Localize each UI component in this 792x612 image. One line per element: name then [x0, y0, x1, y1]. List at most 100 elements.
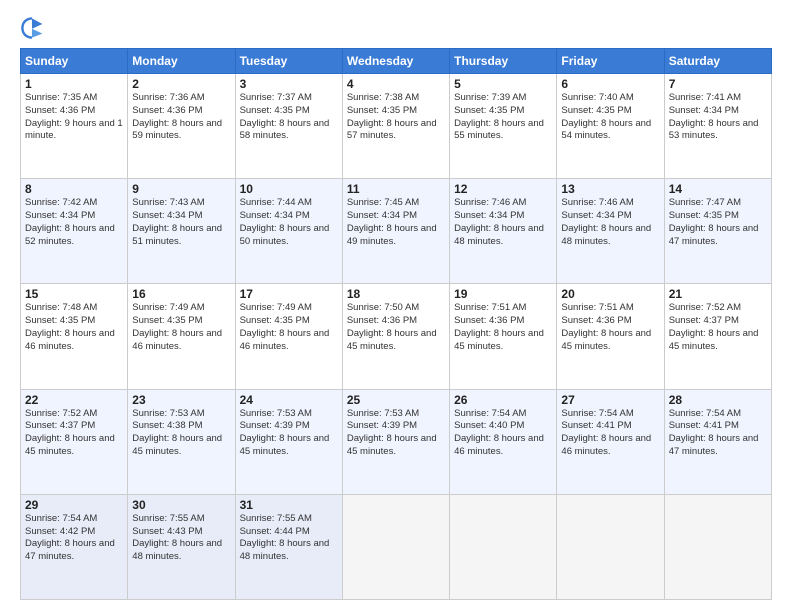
weekday-header-friday: Friday: [557, 49, 664, 74]
day-info: Sunrise: 7:53 AMSunset: 4:39 PMDaylight:…: [347, 408, 437, 457]
calendar-cell: 6 Sunrise: 7:40 AMSunset: 4:35 PMDayligh…: [557, 74, 664, 179]
day-info: Sunrise: 7:54 AMSunset: 4:41 PMDaylight:…: [561, 408, 651, 457]
day-number: 10: [240, 182, 338, 196]
day-info: Sunrise: 7:50 AMSunset: 4:36 PMDaylight:…: [347, 302, 437, 351]
day-number: 23: [132, 393, 230, 407]
calendar-cell: 3 Sunrise: 7:37 AMSunset: 4:35 PMDayligh…: [235, 74, 342, 179]
calendar-cell: [450, 494, 557, 599]
weekday-header-thursday: Thursday: [450, 49, 557, 74]
calendar-cell: 7 Sunrise: 7:41 AMSunset: 4:34 PMDayligh…: [664, 74, 771, 179]
calendar-week-1: 1 Sunrise: 7:35 AMSunset: 4:36 PMDayligh…: [21, 74, 772, 179]
day-number: 17: [240, 287, 338, 301]
calendar-cell: 2 Sunrise: 7:36 AMSunset: 4:36 PMDayligh…: [128, 74, 235, 179]
day-info: Sunrise: 7:54 AMSunset: 4:40 PMDaylight:…: [454, 408, 544, 457]
day-info: Sunrise: 7:52 AMSunset: 4:37 PMDaylight:…: [25, 408, 115, 457]
day-number: 7: [669, 77, 767, 91]
calendar-week-5: 29 Sunrise: 7:54 AMSunset: 4:42 PMDaylig…: [21, 494, 772, 599]
calendar-cell: 8 Sunrise: 7:42 AMSunset: 4:34 PMDayligh…: [21, 179, 128, 284]
day-number: 22: [25, 393, 123, 407]
calendar-cell: 4 Sunrise: 7:38 AMSunset: 4:35 PMDayligh…: [342, 74, 449, 179]
logo: [20, 16, 48, 40]
calendar-cell: 10 Sunrise: 7:44 AMSunset: 4:34 PMDaylig…: [235, 179, 342, 284]
day-number: 15: [25, 287, 123, 301]
calendar-cell: [557, 494, 664, 599]
calendar-cell: 29 Sunrise: 7:54 AMSunset: 4:42 PMDaylig…: [21, 494, 128, 599]
day-number: 24: [240, 393, 338, 407]
calendar-cell: 30 Sunrise: 7:55 AMSunset: 4:43 PMDaylig…: [128, 494, 235, 599]
calendar-week-4: 22 Sunrise: 7:52 AMSunset: 4:37 PMDaylig…: [21, 389, 772, 494]
day-info: Sunrise: 7:38 AMSunset: 4:35 PMDaylight:…: [347, 92, 437, 141]
calendar-cell: 23 Sunrise: 7:53 AMSunset: 4:38 PMDaylig…: [128, 389, 235, 494]
calendar-week-2: 8 Sunrise: 7:42 AMSunset: 4:34 PMDayligh…: [21, 179, 772, 284]
calendar-cell: 19 Sunrise: 7:51 AMSunset: 4:36 PMDaylig…: [450, 284, 557, 389]
day-info: Sunrise: 7:43 AMSunset: 4:34 PMDaylight:…: [132, 197, 222, 246]
day-number: 21: [669, 287, 767, 301]
day-number: 5: [454, 77, 552, 91]
calendar-cell: 22 Sunrise: 7:52 AMSunset: 4:37 PMDaylig…: [21, 389, 128, 494]
weekday-header-monday: Monday: [128, 49, 235, 74]
day-info: Sunrise: 7:54 AMSunset: 4:41 PMDaylight:…: [669, 408, 759, 457]
day-info: Sunrise: 7:55 AMSunset: 4:44 PMDaylight:…: [240, 513, 330, 562]
day-number: 11: [347, 182, 445, 196]
day-number: 2: [132, 77, 230, 91]
calendar-cell: 16 Sunrise: 7:49 AMSunset: 4:35 PMDaylig…: [128, 284, 235, 389]
day-info: Sunrise: 7:51 AMSunset: 4:36 PMDaylight:…: [454, 302, 544, 351]
weekday-header-row: SundayMondayTuesdayWednesdayThursdayFrid…: [21, 49, 772, 74]
calendar-cell: 17 Sunrise: 7:49 AMSunset: 4:35 PMDaylig…: [235, 284, 342, 389]
day-number: 12: [454, 182, 552, 196]
day-info: Sunrise: 7:42 AMSunset: 4:34 PMDaylight:…: [25, 197, 115, 246]
day-info: Sunrise: 7:45 AMSunset: 4:34 PMDaylight:…: [347, 197, 437, 246]
day-number: 4: [347, 77, 445, 91]
day-info: Sunrise: 7:40 AMSunset: 4:35 PMDaylight:…: [561, 92, 651, 141]
calendar-cell: 9 Sunrise: 7:43 AMSunset: 4:34 PMDayligh…: [128, 179, 235, 284]
day-number: 9: [132, 182, 230, 196]
day-number: 28: [669, 393, 767, 407]
day-number: 8: [25, 182, 123, 196]
calendar-week-3: 15 Sunrise: 7:48 AMSunset: 4:35 PMDaylig…: [21, 284, 772, 389]
day-info: Sunrise: 7:54 AMSunset: 4:42 PMDaylight:…: [25, 513, 115, 562]
day-number: 30: [132, 498, 230, 512]
calendar-cell: 14 Sunrise: 7:47 AMSunset: 4:35 PMDaylig…: [664, 179, 771, 284]
header: [20, 16, 772, 40]
day-number: 26: [454, 393, 552, 407]
day-number: 29: [25, 498, 123, 512]
day-info: Sunrise: 7:52 AMSunset: 4:37 PMDaylight:…: [669, 302, 759, 351]
day-info: Sunrise: 7:44 AMSunset: 4:34 PMDaylight:…: [240, 197, 330, 246]
day-number: 13: [561, 182, 659, 196]
logo-icon: [20, 16, 44, 40]
calendar-cell: 27 Sunrise: 7:54 AMSunset: 4:41 PMDaylig…: [557, 389, 664, 494]
day-info: Sunrise: 7:36 AMSunset: 4:36 PMDaylight:…: [132, 92, 222, 141]
day-info: Sunrise: 7:53 AMSunset: 4:38 PMDaylight:…: [132, 408, 222, 457]
page: SundayMondayTuesdayWednesdayThursdayFrid…: [0, 0, 792, 612]
day-number: 25: [347, 393, 445, 407]
weekday-header-wednesday: Wednesday: [342, 49, 449, 74]
day-info: Sunrise: 7:49 AMSunset: 4:35 PMDaylight:…: [132, 302, 222, 351]
day-number: 16: [132, 287, 230, 301]
day-info: Sunrise: 7:35 AMSunset: 4:36 PMDaylight:…: [25, 92, 123, 141]
weekday-header-sunday: Sunday: [21, 49, 128, 74]
day-number: 27: [561, 393, 659, 407]
calendar-cell: 5 Sunrise: 7:39 AMSunset: 4:35 PMDayligh…: [450, 74, 557, 179]
calendar-cell: 25 Sunrise: 7:53 AMSunset: 4:39 PMDaylig…: [342, 389, 449, 494]
day-info: Sunrise: 7:48 AMSunset: 4:35 PMDaylight:…: [25, 302, 115, 351]
calendar-cell: 24 Sunrise: 7:53 AMSunset: 4:39 PMDaylig…: [235, 389, 342, 494]
day-info: Sunrise: 7:41 AMSunset: 4:34 PMDaylight:…: [669, 92, 759, 141]
day-info: Sunrise: 7:39 AMSunset: 4:35 PMDaylight:…: [454, 92, 544, 141]
calendar-cell: 21 Sunrise: 7:52 AMSunset: 4:37 PMDaylig…: [664, 284, 771, 389]
calendar-cell: 13 Sunrise: 7:46 AMSunset: 4:34 PMDaylig…: [557, 179, 664, 284]
calendar-table: SundayMondayTuesdayWednesdayThursdayFrid…: [20, 48, 772, 600]
calendar-cell: [342, 494, 449, 599]
day-info: Sunrise: 7:49 AMSunset: 4:35 PMDaylight:…: [240, 302, 330, 351]
day-number: 18: [347, 287, 445, 301]
day-info: Sunrise: 7:46 AMSunset: 4:34 PMDaylight:…: [561, 197, 651, 246]
calendar-cell: 20 Sunrise: 7:51 AMSunset: 4:36 PMDaylig…: [557, 284, 664, 389]
day-info: Sunrise: 7:53 AMSunset: 4:39 PMDaylight:…: [240, 408, 330, 457]
day-number: 14: [669, 182, 767, 196]
calendar-cell: 15 Sunrise: 7:48 AMSunset: 4:35 PMDaylig…: [21, 284, 128, 389]
day-number: 6: [561, 77, 659, 91]
calendar-cell: 26 Sunrise: 7:54 AMSunset: 4:40 PMDaylig…: [450, 389, 557, 494]
day-info: Sunrise: 7:46 AMSunset: 4:34 PMDaylight:…: [454, 197, 544, 246]
day-number: 19: [454, 287, 552, 301]
calendar-cell: 11 Sunrise: 7:45 AMSunset: 4:34 PMDaylig…: [342, 179, 449, 284]
day-info: Sunrise: 7:55 AMSunset: 4:43 PMDaylight:…: [132, 513, 222, 562]
